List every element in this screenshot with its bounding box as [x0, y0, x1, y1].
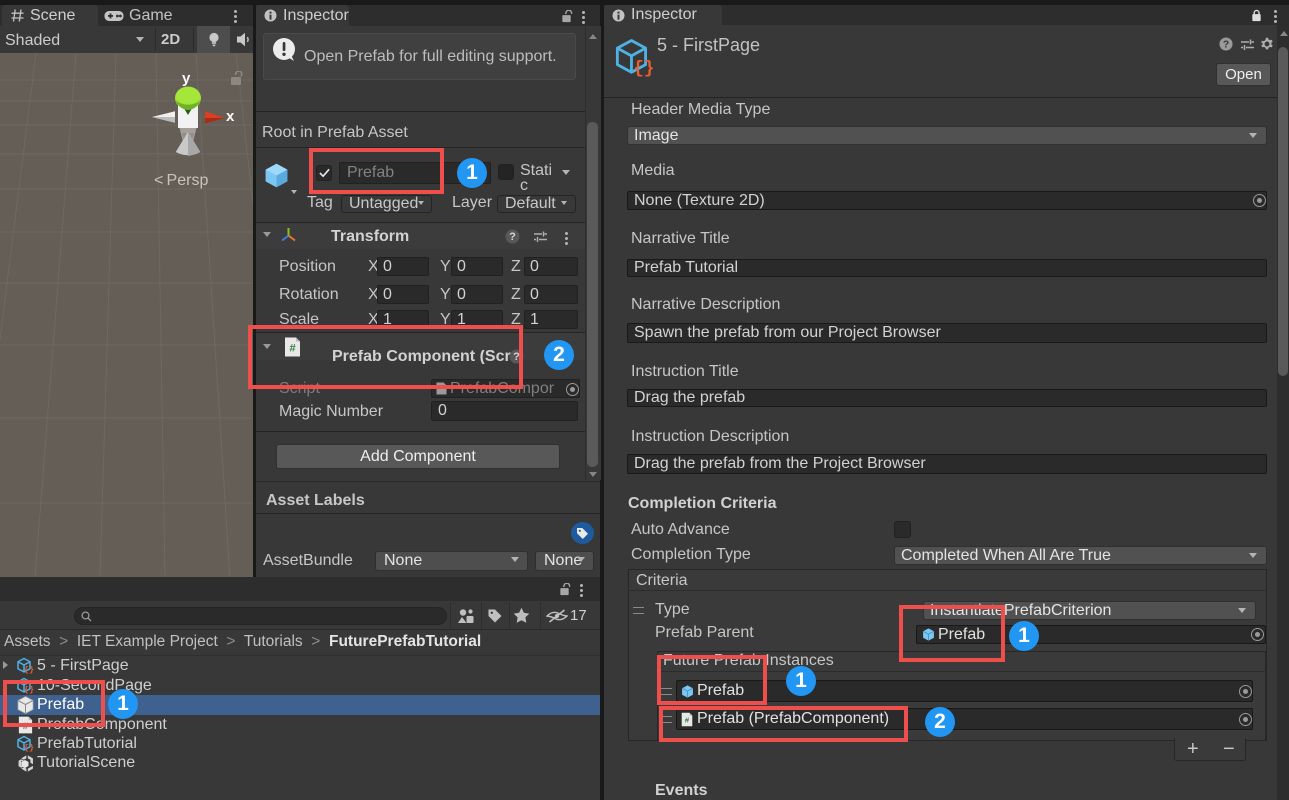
svg-text:{}: {} [24, 665, 34, 674]
svg-text:{}: {} [24, 743, 34, 752]
svg-text:{}: {} [633, 59, 654, 77]
svg-text:?: ? [509, 231, 516, 243]
svg-text:?: ? [1223, 39, 1229, 50]
